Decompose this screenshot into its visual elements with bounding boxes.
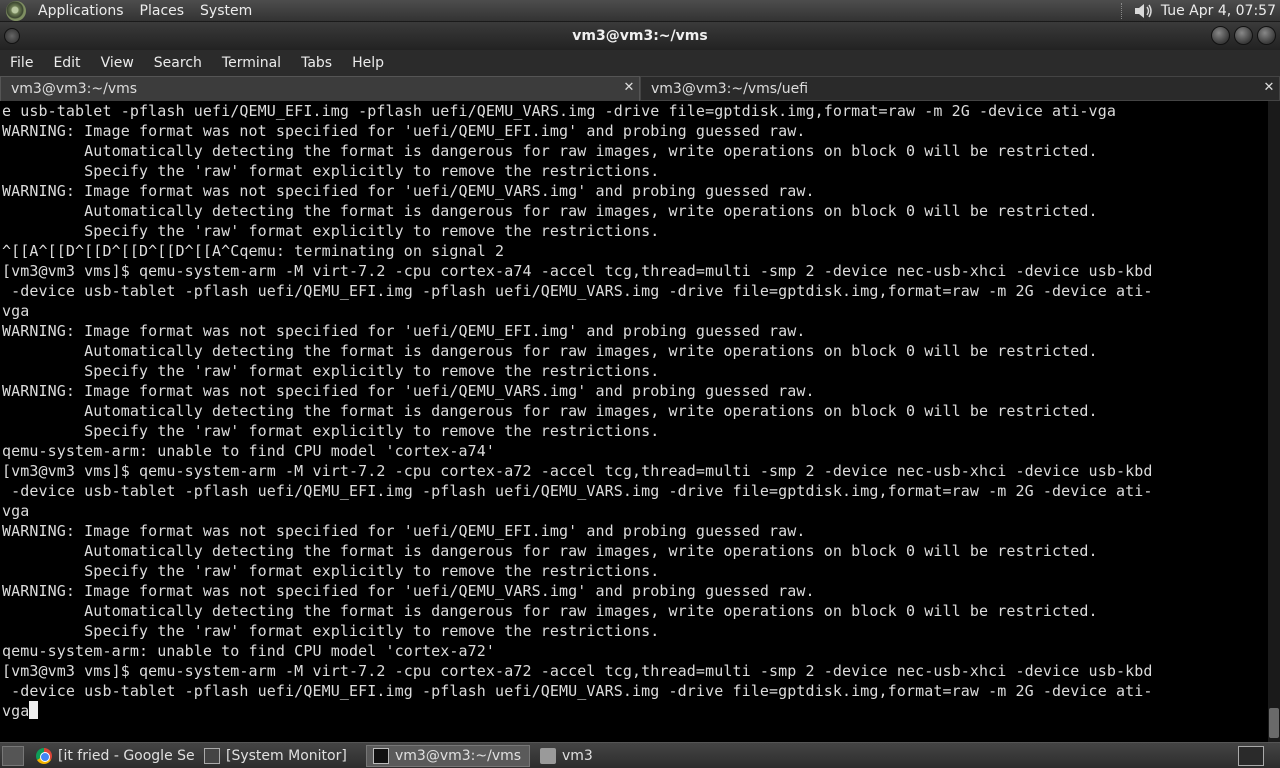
menu-edit[interactable]: Edit	[43, 50, 90, 76]
terminal-line: vga	[2, 302, 30, 320]
tab-close-icon[interactable]: ✕	[622, 81, 636, 95]
terminal-line: -device usb-tablet -pflash uefi/QEMU_EFI…	[2, 682, 1153, 700]
task-label: [it fried - Google Sea...	[58, 747, 194, 764]
workspace-switcher[interactable]	[1238, 745, 1264, 766]
maximize-button[interactable]	[1234, 26, 1253, 45]
terminal-line: WARNING: Image format was not specified …	[2, 582, 815, 600]
taskbar-item-system-monitor[interactable]: [System Monitor]	[198, 745, 362, 767]
terminal-line: Automatically detecting the format is da…	[2, 402, 1098, 420]
menu-view[interactable]: View	[91, 50, 144, 76]
terminal-line: qemu-system-arm: unable to find CPU mode…	[2, 642, 496, 660]
terminal-line: Specify the 'raw' format explicitly to r…	[2, 162, 660, 180]
chrome-icon	[36, 747, 52, 764]
top-panel: Applications Places System Tue Apr 4, 07…	[0, 0, 1280, 22]
system-monitor-icon	[204, 747, 220, 764]
terminal-line: Specify the 'raw' format explicitly to r…	[2, 422, 660, 440]
terminal-line: Specify the 'raw' format explicitly to r…	[2, 562, 660, 580]
clock[interactable]: Tue Apr 4, 07:57	[1161, 3, 1276, 19]
taskbar-item-folder[interactable]: vm3	[534, 745, 698, 767]
minimize-button[interactable]	[1211, 26, 1230, 45]
terminal-line: ^[[A^[[D^[[D^[[D^[[D^[[A^Cqemu: terminat…	[2, 242, 505, 260]
terminal-line: qemu-system-arm: unable to find CPU mode…	[2, 442, 496, 460]
terminal-line: Automatically detecting the format is da…	[2, 342, 1098, 360]
terminal-line: -device usb-tablet -pflash uefi/QEMU_EFI…	[2, 482, 1153, 500]
tab-vms-uefi[interactable]: vm3@vm3:~/vms/uefi ✕	[640, 76, 1280, 101]
task-label: [System Monitor]	[226, 747, 347, 764]
task-label: vm3@vm3:~/vms	[395, 747, 522, 764]
taskbar-item-terminal[interactable]: vm3@vm3:~/vms	[366, 744, 530, 767]
menu-search[interactable]: Search	[144, 50, 212, 76]
task-label: vm3	[562, 747, 593, 764]
window-title: vm3@vm3:~/vms	[572, 28, 708, 44]
terminal-line: Automatically detecting the format is da…	[2, 602, 1098, 620]
window-titlebar[interactable]: vm3@vm3:~/vms	[0, 22, 1280, 50]
terminal-line: Automatically detecting the format is da…	[2, 142, 1098, 160]
terminal-line: WARNING: Image format was not specified …	[2, 522, 806, 540]
terminal-scrollbar[interactable]	[1268, 101, 1280, 742]
terminal-line: WARNING: Image format was not specified …	[2, 322, 806, 340]
terminal-line: Automatically detecting the format is da…	[2, 542, 1098, 560]
bottom-panel: [it fried - Google Sea... [System Monito…	[0, 742, 1280, 768]
close-button[interactable]	[1257, 26, 1276, 45]
scrollbar-thumb[interactable]	[1269, 708, 1279, 738]
tab-label: vm3@vm3:~/vms/uefi	[651, 80, 809, 97]
menu-tabs[interactable]: Tabs	[291, 50, 342, 76]
terminal-line: Specify the 'raw' format explicitly to r…	[2, 622, 660, 640]
terminal-menubar: File Edit View Search Terminal Tabs Help	[0, 50, 1280, 76]
terminal-line: -device usb-tablet -pflash uefi/QEMU_EFI…	[2, 282, 1153, 300]
terminal-output[interactable]: e usb-tablet -pflash uefi/QEMU_EFI.img -…	[0, 101, 1268, 742]
terminal-line: vga	[2, 701, 1268, 721]
terminal-line: [vm3@vm3 vms]$ qemu-system-arm -M virt-7…	[2, 462, 1153, 480]
terminal-line: Specify the 'raw' format explicitly to r…	[2, 222, 660, 240]
menu-file[interactable]: File	[0, 50, 43, 76]
folder-icon	[540, 747, 556, 764]
terminal-line: e usb-tablet -pflash uefi/QEMU_EFI.img -…	[2, 102, 1116, 120]
tab-close-icon[interactable]: ✕	[1262, 81, 1276, 95]
terminal-line: [vm3@vm3 vms]$ qemu-system-arm -M virt-7…	[2, 662, 1153, 680]
show-desktop-icon[interactable]	[2, 745, 24, 766]
menu-system[interactable]: System	[192, 0, 260, 22]
distro-logo-icon[interactable]	[6, 0, 26, 21]
terminal-line: vga	[2, 502, 30, 520]
tab-label: vm3@vm3:~/vms	[11, 81, 138, 97]
terminal-line: [vm3@vm3 vms]$ qemu-system-arm -M virt-7…	[2, 262, 1153, 280]
window-menu-icon[interactable]	[4, 28, 20, 44]
terminal-icon	[373, 747, 389, 764]
tab-vms[interactable]: vm3@vm3:~/vms ✕	[0, 76, 640, 101]
terminal-line: Automatically detecting the format is da…	[2, 202, 1098, 220]
terminal-line: Specify the 'raw' format explicitly to r…	[2, 362, 660, 380]
panel-separator	[1120, 2, 1127, 19]
terminal-line: WARNING: Image format was not specified …	[2, 122, 806, 140]
terminal-cursor	[29, 701, 39, 719]
terminal-line: WARNING: Image format was not specified …	[2, 382, 815, 400]
menu-help[interactable]: Help	[342, 50, 394, 76]
tab-bar: vm3@vm3:~/vms ✕ vm3@vm3:~/vms/uefi ✕	[0, 76, 1280, 101]
terminal-line: WARNING: Image format was not specified …	[2, 182, 815, 200]
menu-terminal[interactable]: Terminal	[212, 50, 291, 76]
volume-icon[interactable]	[1133, 2, 1155, 20]
window-controls	[1211, 26, 1276, 45]
menu-applications[interactable]: Applications	[30, 0, 132, 22]
taskbar-item-browser[interactable]: [it fried - Google Sea...	[30, 745, 194, 767]
menu-places[interactable]: Places	[132, 0, 193, 22]
